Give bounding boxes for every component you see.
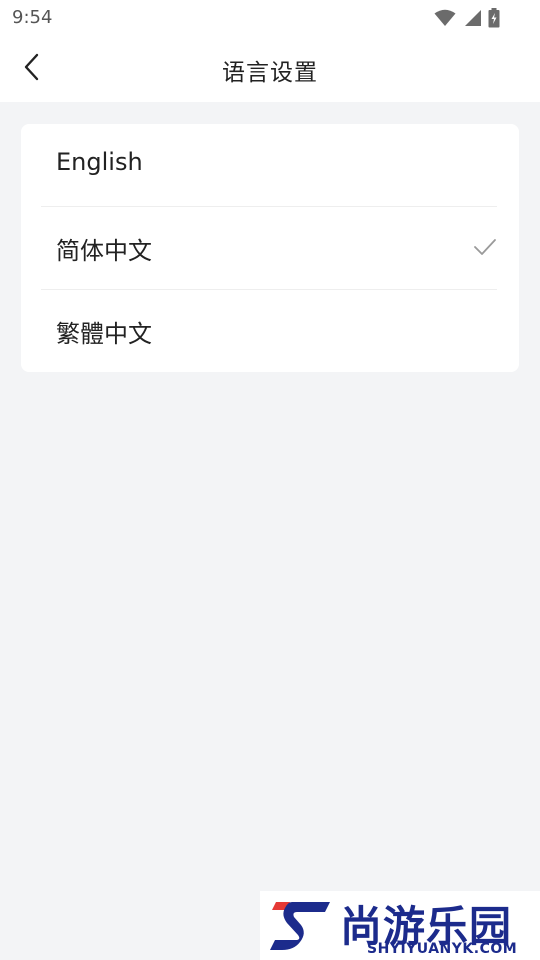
wifi-icon <box>434 9 456 27</box>
watermark-url: SHYIYUANYK.COM <box>367 941 518 957</box>
logo-s-icon <box>270 897 332 959</box>
language-option-traditional-chinese[interactable]: 繁體中文 <box>41 290 497 372</box>
page-title: 语言设置 <box>222 60 318 86</box>
cellular-signal-icon <box>462 9 482 27</box>
language-option-english[interactable]: English <box>41 124 497 206</box>
status-icons <box>434 8 500 28</box>
status-bar: 9:54 <box>0 0 540 36</box>
status-time: 9:54 <box>12 7 53 28</box>
language-option-label: 简体中文 <box>56 237 152 265</box>
language-option-simplified-chinese[interactable]: 简体中文 <box>41 207 497 289</box>
language-list: English 简体中文 繁體中文 <box>21 124 519 372</box>
language-option-label: English <box>56 148 143 176</box>
battery-charging-icon <box>488 8 500 28</box>
app-header: 语言设置 <box>0 36 540 102</box>
watermark-logo: 尚游乐园 SHYIYUANYK.COM <box>260 891 540 960</box>
language-option-label: 繁體中文 <box>56 320 152 348</box>
checkmark-icon <box>473 238 497 260</box>
